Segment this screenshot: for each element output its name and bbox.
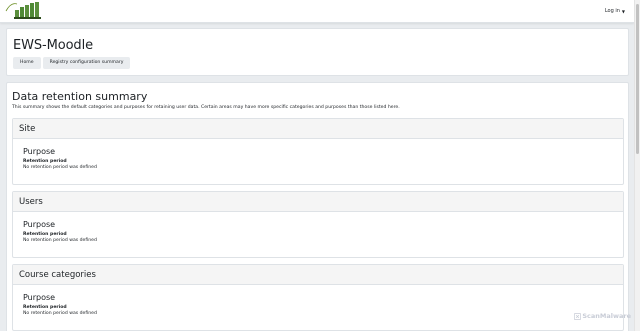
section-users: Users Purpose Retention period No retent… (12, 191, 624, 258)
section-site: Site Purpose Retention period No retenti… (12, 118, 624, 185)
main-content: Data retention summary This summary show… (6, 82, 629, 331)
purpose-heading: Purpose (23, 147, 56, 156)
breadcrumb: Home Registry configuration summary (13, 57, 131, 69)
retention-label: Retention period (23, 232, 67, 237)
section-course-categories: Course categories Purpose Retention peri… (12, 264, 624, 331)
retention-label: Retention period (23, 305, 67, 310)
intro-text: This summary shows the default categorie… (12, 105, 400, 110)
breadcrumb-home[interactable]: Home (13, 57, 41, 69)
breadcrumb-registry-summary[interactable]: Registry configuration summary (42, 57, 131, 69)
page-scrollbar[interactable] (634, 0, 640, 331)
purpose-heading: Purpose (23, 293, 56, 302)
scanmalware-logo-icon (574, 312, 582, 320)
retention-label: Retention period (23, 159, 67, 164)
section-header: Course categories (13, 265, 623, 285)
purpose-heading: Purpose (23, 220, 56, 229)
page-title: Data retention summary (12, 90, 148, 103)
section-title: Users (19, 197, 43, 207)
scanmalware-watermark: ScanMalware (574, 312, 631, 320)
site-logo-icon[interactable] (5, 1, 45, 21)
caret-down-icon: ▼ (621, 8, 625, 14)
retention-value: No retention period was defined (23, 238, 97, 243)
top-navbar: Log in ▼ (0, 0, 634, 23)
section-body: Purpose Retention period No retention pe… (13, 139, 623, 184)
login-label[interactable]: Log in (605, 8, 620, 14)
page-header: EWS-Moodle Home Registry configuration s… (6, 28, 629, 76)
site-title: EWS-Moodle (13, 38, 93, 53)
retention-value: No retention period was defined (23, 165, 97, 170)
section-title: Course categories (19, 270, 96, 280)
section-body: Purpose Retention period No retention pe… (13, 212, 623, 257)
retention-value: No retention period was defined (23, 311, 97, 316)
section-header: Users (13, 192, 623, 212)
scrollbar-thumb[interactable] (636, 4, 639, 154)
login-menu[interactable]: Log in ▼ (605, 8, 625, 14)
section-title: Site (19, 124, 36, 134)
section-header: Site (13, 119, 623, 139)
section-body: Purpose Retention period No retention pe… (13, 285, 623, 330)
watermark-text: ScanMalware (582, 312, 631, 320)
